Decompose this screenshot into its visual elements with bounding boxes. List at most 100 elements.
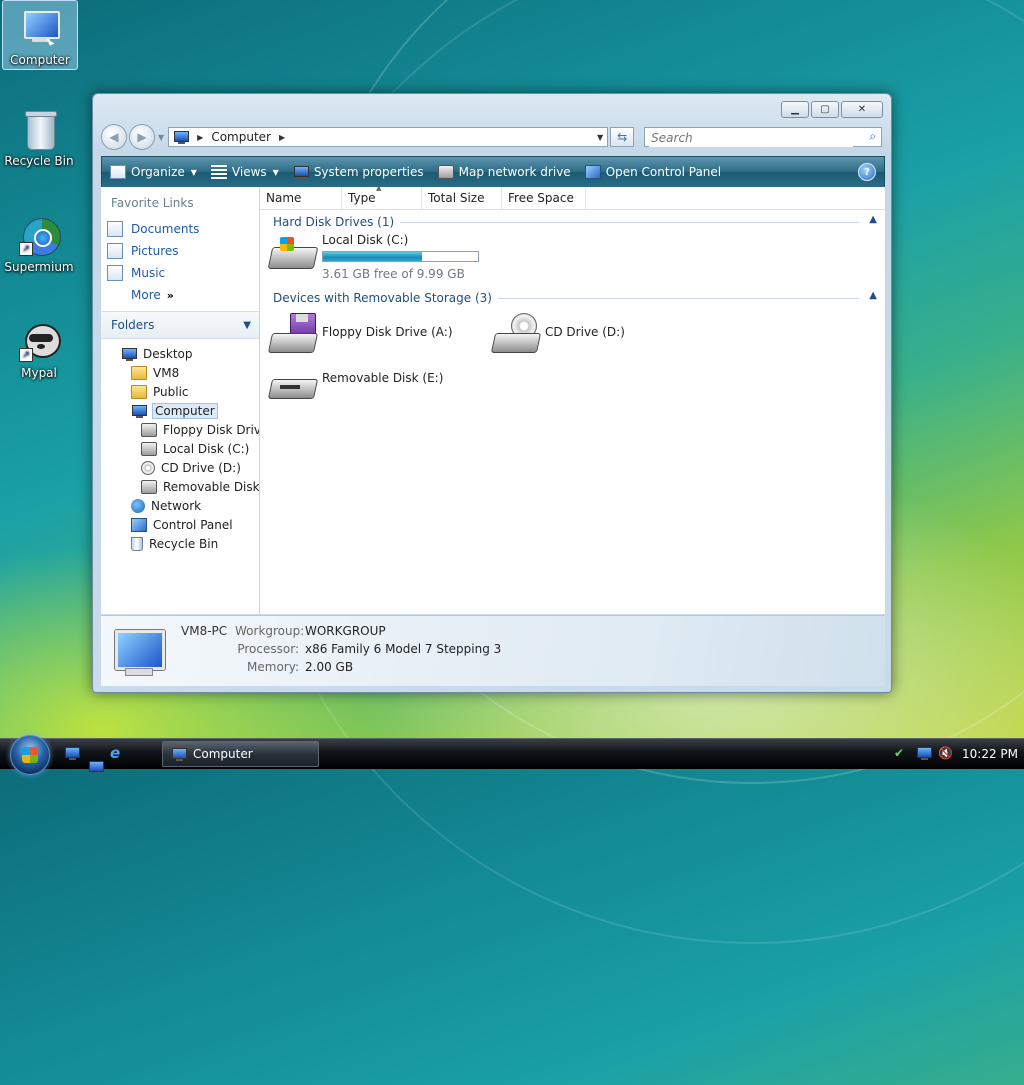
desktop-icon-label: Mypal: [21, 366, 57, 380]
desktop-icon-supermium[interactable]: ↗ Supermium: [2, 208, 76, 274]
folders-header[interactable]: Folders ▼: [101, 311, 259, 339]
more-links-button[interactable]: More »: [101, 284, 259, 306]
network-status-icon[interactable]: [916, 746, 932, 762]
clock[interactable]: 10:22 PM: [962, 747, 1018, 761]
show-desktop-icon[interactable]: [64, 746, 80, 760]
mypal-icon: ↗: [17, 320, 61, 364]
tree-item-label: CD Drive (D:): [161, 460, 241, 475]
user-folder-icon: [131, 365, 147, 380]
desktop-icon-recycle-bin[interactable]: Recycle Bin: [2, 102, 76, 168]
tree-item-public[interactable]: Public: [101, 382, 259, 401]
system-properties-label: System properties: [313, 165, 424, 179]
taskbar-button-computer[interactable]: Computer: [162, 741, 319, 767]
breadcrumb-computer[interactable]: Computer: [211, 130, 271, 144]
breadcrumb-chevron-icon[interactable]: ▶: [279, 133, 285, 142]
detail-key: Processor:: [237, 642, 299, 656]
tree-item-label: Public: [153, 384, 189, 399]
tree-item-removable-disk[interactable]: Removable Disk (E:): [101, 477, 259, 496]
forward-button[interactable]: ▶: [129, 124, 155, 150]
tree-item-local-disk[interactable]: Local Disk (C:): [101, 439, 259, 458]
internet-explorer-icon[interactable]: e: [110, 746, 126, 761]
windows-logo-icon: [22, 747, 38, 763]
chevron-down-icon: ▼: [243, 319, 251, 331]
explorer-body: Favorite Links Documents Pictures Music …: [101, 184, 885, 614]
tree-item-label: Control Panel: [153, 517, 233, 532]
tree-item-control-panel[interactable]: Control Panel: [101, 515, 259, 534]
column-free-space[interactable]: Free Space: [502, 187, 586, 209]
forward-arrow-icon: ▶: [137, 130, 147, 144]
group-hard-disk-drives[interactable]: Hard Disk Drives (1) ▲: [260, 212, 885, 232]
favorite-link-pictures[interactable]: Pictures: [101, 240, 259, 262]
organize-button[interactable]: Organize ▼: [110, 165, 197, 179]
switch-windows-icon[interactable]: [88, 760, 104, 774]
map-network-drive-button[interactable]: Map network drive: [437, 165, 571, 179]
favorite-link-label: Documents: [131, 222, 200, 236]
refresh-button[interactable]: ⇆: [610, 127, 635, 147]
maximize-button[interactable]: ▢: [811, 101, 839, 118]
address-bar[interactable]: ▶ Computer ▶ ▼: [168, 127, 609, 147]
detail-key: Memory:: [247, 660, 299, 674]
column-label: Total Size: [428, 191, 485, 205]
floppy-drive-icon: [141, 422, 157, 437]
open-control-panel-label: Open Control Panel: [605, 165, 722, 179]
computer-icon: [107, 628, 165, 678]
desktop-icon-mypal[interactable]: ↗ Mypal: [2, 314, 76, 380]
column-type[interactable]: ▲ Type: [342, 184, 422, 209]
back-arrow-icon: ◀: [109, 130, 119, 144]
breadcrumb-chevron-icon[interactable]: ▶: [197, 133, 203, 142]
column-total-size[interactable]: Total Size: [422, 187, 502, 209]
computer-icon: [18, 7, 62, 51]
tree-item-desktop[interactable]: Desktop: [101, 344, 259, 363]
tree-item-computer[interactable]: Computer: [101, 401, 259, 420]
music-icon: [107, 265, 123, 281]
organize-label: Organize: [131, 165, 185, 179]
tree-item-recycle-bin[interactable]: Recycle Bin: [101, 534, 259, 553]
recent-pages-dropdown[interactable]: ▼: [158, 133, 164, 142]
close-button[interactable]: ✕: [841, 101, 883, 118]
tree-item-label: Network: [151, 498, 202, 513]
favorite-link-label: Music: [131, 266, 166, 280]
caption-buttons: ▁ ▢ ✕: [781, 101, 883, 118]
details-pane: VM8-PC Workgroup: WORKGROUP Processor: x…: [101, 615, 885, 686]
help-button[interactable]: ?: [858, 163, 876, 181]
drive-cd-d[interactable]: CD Drive (D:): [490, 313, 625, 353]
refresh-icon: ⇆: [617, 130, 628, 144]
group-removable-storage[interactable]: Devices with Removable Storage (3) ▲: [260, 288, 885, 308]
system-properties-button[interactable]: System properties: [293, 165, 424, 179]
drive-removable-e[interactable]: Removable Disk (E:): [267, 371, 443, 411]
minimize-button[interactable]: ▁: [781, 101, 809, 118]
desktop-icon-computer[interactable]: Computer: [2, 0, 78, 70]
organize-icon: [110, 165, 126, 179]
tree-item-cd-drive[interactable]: CD Drive (D:): [101, 458, 259, 477]
monitor-icon: [121, 347, 137, 361]
address-dropdown-icon[interactable]: ▼: [597, 133, 603, 142]
favorite-link-music[interactable]: Music: [101, 262, 259, 284]
search-icon[interactable]: ⌕: [869, 129, 876, 144]
back-button[interactable]: ◀: [101, 124, 127, 150]
views-button[interactable]: Views ▼: [210, 165, 279, 179]
capacity-fill: [323, 252, 423, 261]
drive-floppy-a[interactable]: Floppy Disk Drive (A:): [267, 313, 453, 353]
open-control-panel-button[interactable]: Open Control Panel: [584, 165, 722, 179]
search-box[interactable]: ⌕: [644, 127, 883, 147]
search-input[interactable]: [649, 129, 854, 147]
start-button[interactable]: [10, 735, 50, 775]
removable-disk-icon: [141, 479, 157, 494]
explorer-window: ▁ ▢ ✕ ◀ ▶ ▼ ▶ Computer ▶ ▼ ⇆ ⌕ Organize …: [92, 93, 892, 693]
security-check-icon[interactable]: ✔: [894, 746, 910, 762]
network-icon: [131, 498, 145, 513]
volume-muted-icon[interactable]: 🔇: [938, 746, 954, 762]
address-row: ◀ ▶ ▼ ▶ Computer ▶ ▼ ⇆ ⌕: [101, 124, 883, 150]
capacity-bar: [322, 251, 479, 262]
column-name[interactable]: Name: [260, 187, 342, 209]
drive-name: Floppy Disk Drive (A:): [322, 325, 453, 339]
tree-item-network[interactable]: Network: [101, 496, 259, 515]
drive-local-disk-c[interactable]: Local Disk (C:) 3.61 GB free of 9.99 GB: [267, 233, 479, 281]
tree-item-vm8[interactable]: VM8: [101, 363, 259, 382]
column-label: Free Space: [508, 191, 574, 205]
favorite-link-documents[interactable]: Documents: [101, 218, 259, 240]
folder-tree: Desktop VM8 Public Computer Floppy Disk …: [101, 339, 259, 553]
command-bar: Organize ▼ Views ▼ System properties Map…: [101, 156, 885, 188]
tree-item-floppy[interactable]: Floppy Disk Drive: [101, 420, 259, 439]
sort-arrow-icon: ▲: [376, 184, 382, 192]
